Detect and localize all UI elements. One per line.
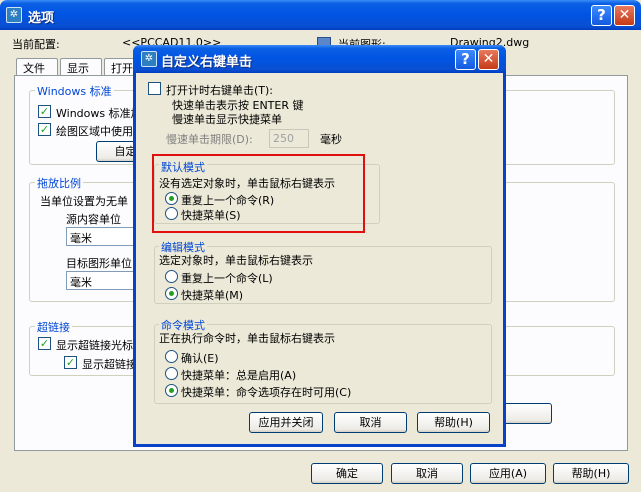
hyperlink-cursor-checkbox[interactable]: ✓: [38, 337, 51, 350]
hyperlink-tooltip-label: 显示超链接: [82, 358, 137, 371]
dialog-help-icon[interactable]: ?: [455, 49, 476, 70]
options-title: 选项: [28, 11, 55, 26]
command-menu-always-label: 快捷菜单：总是启用(A): [181, 369, 297, 382]
close-icon[interactable]: ✕: [614, 5, 635, 26]
tab-files[interactable]: 文件: [16, 58, 58, 76]
edit-repeat-radio[interactable]: [165, 270, 178, 283]
apply-close-button[interactable]: 应用并关闭: [249, 412, 323, 433]
command-menu-options-radio[interactable]: [165, 384, 178, 397]
edit-mode-group: 编辑模式 选定对象时，单击鼠标右键表示 重复上一个命令(L) 快捷菜单(M): [154, 239, 492, 304]
edit-repeat-label: 重复上一个命令(L): [181, 272, 273, 285]
unitless-desc: 当单位设置为无单: [40, 195, 128, 208]
windows-standard-checkbox[interactable]: ✓: [38, 105, 51, 118]
command-confirm-radio[interactable]: [165, 350, 178, 363]
drawing-area-option-label: 绘图区域中使用: [56, 125, 133, 138]
drawing-area-checkbox[interactable]: ✓: [38, 123, 51, 136]
windows-standard-title: Windows 标准: [35, 83, 114, 99]
cancel-button[interactable]: 取消: [391, 463, 463, 484]
drag-scale-title: 拖放比例: [35, 175, 83, 191]
hyperlink-tooltip-checkbox[interactable]: ✓: [64, 356, 77, 369]
target-units-label: 目标图形单位: [66, 257, 132, 270]
help-icon[interactable]: ?: [591, 5, 612, 26]
edit-menu-radio[interactable]: [165, 287, 178, 300]
timer-desc-slow: 慢速单击显示快捷菜单: [172, 113, 282, 126]
current-profile-label: 当前配置:: [12, 38, 60, 51]
apply-button[interactable]: 应用(A): [470, 463, 546, 484]
hyperlink-title: 超链接: [35, 319, 72, 335]
dialog-cancel-button[interactable]: 取消: [334, 412, 407, 433]
command-menu-always-radio[interactable]: [165, 367, 178, 380]
tab-display[interactable]: 显示: [60, 58, 102, 76]
slow-click-limit-label: 慢速单击期限(D):: [166, 133, 253, 146]
slow-click-limit-unit: 毫秒: [320, 133, 342, 146]
dialog-titlebar[interactable]: ✲ 自定义右键单击 ? ✕: [133, 45, 506, 73]
command-confirm-label: 确认(E): [181, 352, 219, 365]
dialog-title: 自定义右键单击: [161, 55, 253, 70]
command-mode-group: 命令模式 正在执行命令时，单击鼠标右键表示 确认(E) 快捷菜单：总是启用(A)…: [154, 317, 492, 404]
dialog-close-icon[interactable]: ✕: [478, 49, 499, 70]
default-mode-highlight: [152, 154, 365, 233]
edit-menu-label: 快捷菜单(M): [181, 289, 244, 302]
ok-button[interactable]: 确定: [311, 463, 383, 484]
dialog-help-button[interactable]: 帮助(H): [417, 412, 490, 433]
windows-standard-option-label: Windows 标准加: [56, 107, 142, 120]
slow-click-limit-input[interactable]: 250: [269, 129, 309, 148]
command-menu-options-label: 快捷菜单：命令选项存在时可用(C): [181, 386, 352, 399]
hyperlink-cursor-label: 显示超链接光标: [56, 339, 133, 352]
source-units-label: 源内容单位: [66, 213, 121, 226]
edit-mode-desc: 选定对象时，单击鼠标右键表示: [159, 254, 313, 267]
options-titlebar[interactable]: ✲ 选项 ? ✕: [0, 0, 641, 30]
custom-right-click-dialog: ✲ 自定义右键单击 ? ✕ 打开计时右键单击(T): 快速单击表示按 ENTER…: [133, 45, 506, 447]
app-icon: ✲: [6, 7, 22, 23]
command-mode-desc: 正在执行命令时，单击鼠标右键表示: [159, 332, 335, 345]
timer-right-click-label: 打开计时右键单击(T):: [166, 84, 274, 97]
dialog-app-icon: ✲: [141, 51, 157, 67]
timer-right-click-checkbox[interactable]: [148, 82, 161, 95]
help-button[interactable]: 帮助(H): [553, 463, 629, 484]
